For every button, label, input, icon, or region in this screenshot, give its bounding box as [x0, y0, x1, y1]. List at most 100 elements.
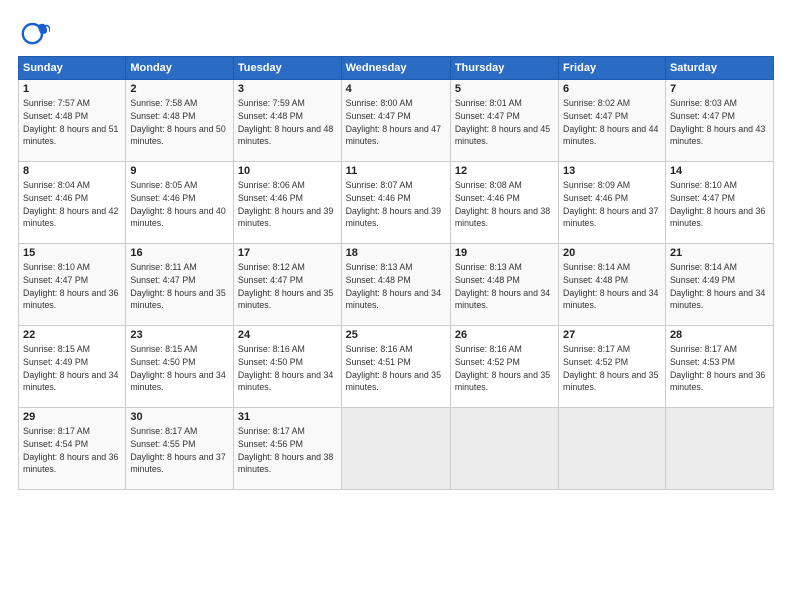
day-number: 9	[130, 165, 229, 177]
day-number: 14	[670, 165, 769, 177]
calendar-week-row: 1 Sunrise: 7:57 AM Sunset: 4:48 PM Dayli…	[19, 80, 774, 162]
calendar-week-row: 29 Sunrise: 8:17 AM Sunset: 4:54 PM Dayl…	[19, 408, 774, 490]
calendar-cell: 22 Sunrise: 8:15 AM Sunset: 4:49 PM Dayl…	[19, 326, 126, 408]
day-number: 21	[670, 247, 769, 259]
calendar-cell: 17 Sunrise: 8:12 AM Sunset: 4:47 PM Dayl…	[233, 244, 341, 326]
day-number: 12	[455, 165, 554, 177]
calendar-header-row: SundayMondayTuesdayWednesdayThursdayFrid…	[19, 57, 774, 80]
day-number: 8	[23, 165, 121, 177]
calendar-cell: 26 Sunrise: 8:16 AM Sunset: 4:52 PM Dayl…	[450, 326, 558, 408]
calendar-cell: 30 Sunrise: 8:17 AM Sunset: 4:55 PM Dayl…	[126, 408, 234, 490]
day-number: 28	[670, 329, 769, 341]
day-info: Sunrise: 8:16 AM Sunset: 4:51 PM Dayligh…	[346, 343, 446, 394]
day-info: Sunrise: 8:02 AM Sunset: 4:47 PM Dayligh…	[563, 97, 661, 148]
day-info: Sunrise: 8:14 AM Sunset: 4:49 PM Dayligh…	[670, 261, 769, 312]
day-info: Sunrise: 8:17 AM Sunset: 4:55 PM Dayligh…	[130, 425, 229, 476]
day-info: Sunrise: 8:16 AM Sunset: 4:52 PM Dayligh…	[455, 343, 554, 394]
day-number: 6	[563, 83, 661, 95]
day-info: Sunrise: 8:01 AM Sunset: 4:47 PM Dayligh…	[455, 97, 554, 148]
day-info: Sunrise: 8:15 AM Sunset: 4:50 PM Dayligh…	[130, 343, 229, 394]
calendar-cell	[341, 408, 450, 490]
day-info: Sunrise: 8:17 AM Sunset: 4:53 PM Dayligh…	[670, 343, 769, 394]
calendar-cell: 15 Sunrise: 8:10 AM Sunset: 4:47 PM Dayl…	[19, 244, 126, 326]
calendar-table: SundayMondayTuesdayWednesdayThursdayFrid…	[18, 56, 774, 490]
day-number: 31	[238, 411, 337, 423]
day-number: 30	[130, 411, 229, 423]
calendar-header-monday: Monday	[126, 57, 234, 80]
calendar-cell: 7 Sunrise: 8:03 AM Sunset: 4:47 PM Dayli…	[665, 80, 773, 162]
day-number: 27	[563, 329, 661, 341]
calendar-header-tuesday: Tuesday	[233, 57, 341, 80]
calendar-cell: 1 Sunrise: 7:57 AM Sunset: 4:48 PM Dayli…	[19, 80, 126, 162]
day-info: Sunrise: 8:11 AM Sunset: 4:47 PM Dayligh…	[130, 261, 229, 312]
day-number: 25	[346, 329, 446, 341]
day-number: 11	[346, 165, 446, 177]
calendar-cell: 24 Sunrise: 8:16 AM Sunset: 4:50 PM Dayl…	[233, 326, 341, 408]
calendar-cell: 20 Sunrise: 8:14 AM Sunset: 4:48 PM Dayl…	[559, 244, 666, 326]
day-number: 18	[346, 247, 446, 259]
calendar-cell: 10 Sunrise: 8:06 AM Sunset: 4:46 PM Dayl…	[233, 162, 341, 244]
day-info: Sunrise: 8:09 AM Sunset: 4:46 PM Dayligh…	[563, 179, 661, 230]
day-info: Sunrise: 8:10 AM Sunset: 4:47 PM Dayligh…	[670, 179, 769, 230]
calendar-header-saturday: Saturday	[665, 57, 773, 80]
logo-icon	[18, 16, 50, 48]
day-info: Sunrise: 8:05 AM Sunset: 4:46 PM Dayligh…	[130, 179, 229, 230]
header	[18, 16, 774, 48]
day-info: Sunrise: 7:57 AM Sunset: 4:48 PM Dayligh…	[23, 97, 121, 148]
calendar-header-wednesday: Wednesday	[341, 57, 450, 80]
day-number: 16	[130, 247, 229, 259]
calendar-cell: 28 Sunrise: 8:17 AM Sunset: 4:53 PM Dayl…	[665, 326, 773, 408]
logo	[18, 16, 54, 48]
day-number: 3	[238, 83, 337, 95]
calendar-cell: 19 Sunrise: 8:13 AM Sunset: 4:48 PM Dayl…	[450, 244, 558, 326]
day-number: 24	[238, 329, 337, 341]
calendar-cell: 8 Sunrise: 8:04 AM Sunset: 4:46 PM Dayli…	[19, 162, 126, 244]
day-info: Sunrise: 8:17 AM Sunset: 4:54 PM Dayligh…	[23, 425, 121, 476]
calendar-header-thursday: Thursday	[450, 57, 558, 80]
calendar-cell: 4 Sunrise: 8:00 AM Sunset: 4:47 PM Dayli…	[341, 80, 450, 162]
calendar-cell: 11 Sunrise: 8:07 AM Sunset: 4:46 PM Dayl…	[341, 162, 450, 244]
day-info: Sunrise: 8:00 AM Sunset: 4:47 PM Dayligh…	[346, 97, 446, 148]
calendar-cell: 25 Sunrise: 8:16 AM Sunset: 4:51 PM Dayl…	[341, 326, 450, 408]
day-info: Sunrise: 8:13 AM Sunset: 4:48 PM Dayligh…	[346, 261, 446, 312]
calendar-cell: 29 Sunrise: 8:17 AM Sunset: 4:54 PM Dayl…	[19, 408, 126, 490]
day-info: Sunrise: 8:10 AM Sunset: 4:47 PM Dayligh…	[23, 261, 121, 312]
calendar-cell: 18 Sunrise: 8:13 AM Sunset: 4:48 PM Dayl…	[341, 244, 450, 326]
calendar-week-row: 8 Sunrise: 8:04 AM Sunset: 4:46 PM Dayli…	[19, 162, 774, 244]
day-number: 17	[238, 247, 337, 259]
calendar-cell: 2 Sunrise: 7:58 AM Sunset: 4:48 PM Dayli…	[126, 80, 234, 162]
day-info: Sunrise: 8:03 AM Sunset: 4:47 PM Dayligh…	[670, 97, 769, 148]
day-number: 10	[238, 165, 337, 177]
calendar-cell: 9 Sunrise: 8:05 AM Sunset: 4:46 PM Dayli…	[126, 162, 234, 244]
day-number: 19	[455, 247, 554, 259]
day-number: 22	[23, 329, 121, 341]
day-number: 13	[563, 165, 661, 177]
calendar-cell: 3 Sunrise: 7:59 AM Sunset: 4:48 PM Dayli…	[233, 80, 341, 162]
calendar-cell	[559, 408, 666, 490]
day-number: 1	[23, 83, 121, 95]
day-number: 20	[563, 247, 661, 259]
day-info: Sunrise: 8:08 AM Sunset: 4:46 PM Dayligh…	[455, 179, 554, 230]
day-number: 15	[23, 247, 121, 259]
day-info: Sunrise: 7:58 AM Sunset: 4:48 PM Dayligh…	[130, 97, 229, 148]
day-number: 7	[670, 83, 769, 95]
day-info: Sunrise: 8:13 AM Sunset: 4:48 PM Dayligh…	[455, 261, 554, 312]
calendar-week-row: 22 Sunrise: 8:15 AM Sunset: 4:49 PM Dayl…	[19, 326, 774, 408]
calendar-cell: 5 Sunrise: 8:01 AM Sunset: 4:47 PM Dayli…	[450, 80, 558, 162]
calendar-cell: 12 Sunrise: 8:08 AM Sunset: 4:46 PM Dayl…	[450, 162, 558, 244]
calendar-header-friday: Friday	[559, 57, 666, 80]
day-info: Sunrise: 8:04 AM Sunset: 4:46 PM Dayligh…	[23, 179, 121, 230]
calendar-cell: 14 Sunrise: 8:10 AM Sunset: 4:47 PM Dayl…	[665, 162, 773, 244]
page-container: SundayMondayTuesdayWednesdayThursdayFrid…	[0, 0, 792, 612]
calendar-cell: 27 Sunrise: 8:17 AM Sunset: 4:52 PM Dayl…	[559, 326, 666, 408]
day-info: Sunrise: 8:17 AM Sunset: 4:52 PM Dayligh…	[563, 343, 661, 394]
day-info: Sunrise: 8:06 AM Sunset: 4:46 PM Dayligh…	[238, 179, 337, 230]
day-info: Sunrise: 7:59 AM Sunset: 4:48 PM Dayligh…	[238, 97, 337, 148]
calendar-week-row: 15 Sunrise: 8:10 AM Sunset: 4:47 PM Dayl…	[19, 244, 774, 326]
calendar-cell	[450, 408, 558, 490]
day-info: Sunrise: 8:15 AM Sunset: 4:49 PM Dayligh…	[23, 343, 121, 394]
calendar-header-sunday: Sunday	[19, 57, 126, 80]
day-number: 29	[23, 411, 121, 423]
day-info: Sunrise: 8:07 AM Sunset: 4:46 PM Dayligh…	[346, 179, 446, 230]
day-info: Sunrise: 8:16 AM Sunset: 4:50 PM Dayligh…	[238, 343, 337, 394]
